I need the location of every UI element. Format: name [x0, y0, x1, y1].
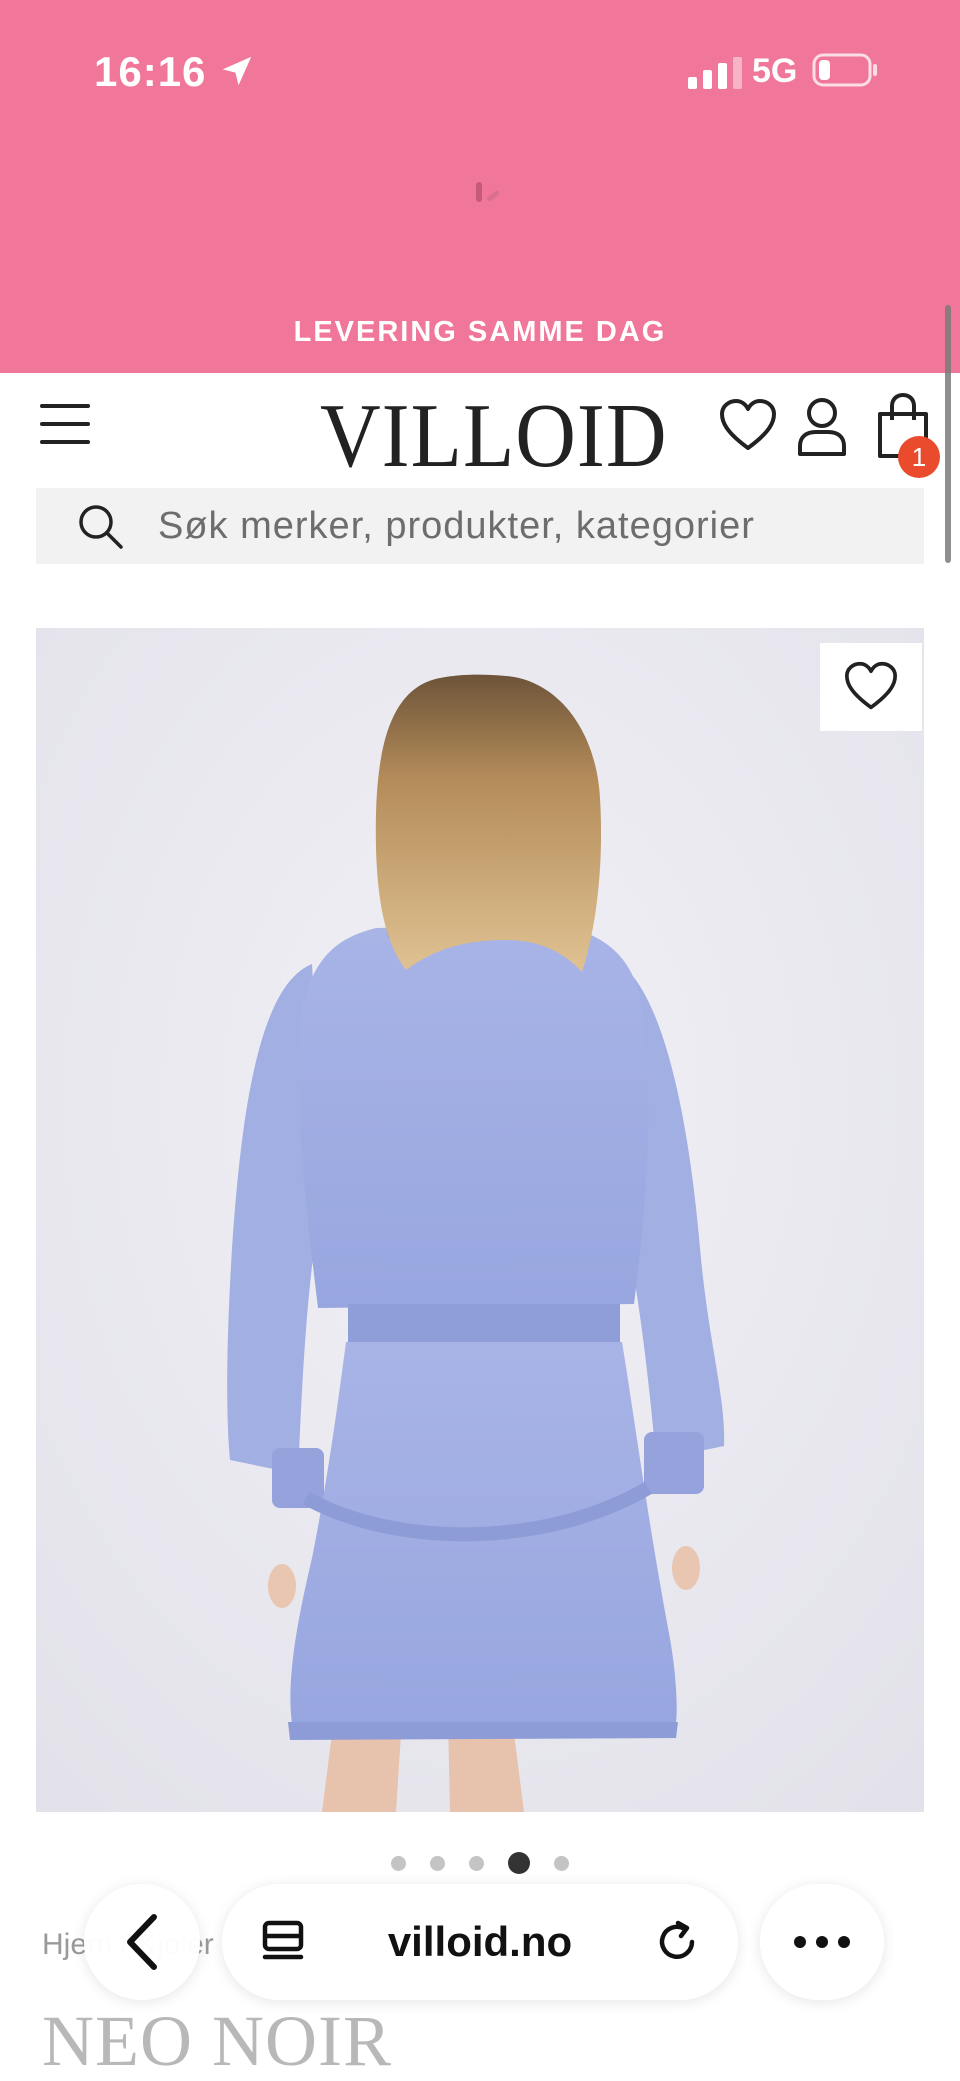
tab-list-icon[interactable]	[260, 1919, 306, 1965]
add-to-wishlist-button[interactable]	[820, 643, 922, 731]
more-icon	[794, 1936, 850, 1948]
product-brand-title[interactable]: NEO NOIR	[42, 2000, 392, 2081]
battery-low-icon	[812, 53, 877, 87]
pagination-dot[interactable]	[554, 1855, 569, 1871]
menu-icon[interactable]	[40, 404, 90, 448]
image-pagination[interactable]	[0, 1852, 960, 1874]
pagination-dot[interactable]	[430, 1855, 445, 1871]
pagination-dot[interactable]	[508, 1852, 530, 1874]
url-text[interactable]: villoid.no	[388, 1918, 572, 1966]
more-button[interactable]	[760, 1884, 884, 2000]
status-time: 16:16	[94, 48, 207, 95]
cellular-signal-icon	[688, 57, 742, 89]
loading-spinner-icon	[476, 182, 500, 202]
back-button[interactable]	[84, 1884, 200, 2000]
heart-icon	[844, 661, 897, 710]
search-icon	[79, 505, 123, 549]
search-input[interactable]	[158, 504, 918, 548]
product-photo	[36, 628, 924, 1812]
product-image[interactable]	[36, 628, 924, 1812]
network-type: 5G	[752, 52, 798, 90]
user-icon[interactable]	[796, 396, 848, 458]
heart-icon[interactable]	[718, 398, 778, 454]
address-bar[interactable]: villoid.no	[222, 1884, 738, 2000]
page-scrollbar[interactable]	[945, 305, 951, 563]
pagination-dot[interactable]	[391, 1855, 406, 1871]
site-logo[interactable]: VILLOID	[320, 384, 667, 489]
search-bar[interactable]	[36, 488, 924, 564]
cart-count-badge[interactable]: 1	[898, 436, 940, 478]
promo-text: LEVERING SAMME DAG	[293, 316, 667, 348]
reload-icon[interactable]	[654, 1919, 700, 1965]
location-arrow-icon	[222, 56, 252, 86]
chevron-left-icon	[127, 1914, 157, 1970]
pagination-dot[interactable]	[469, 1855, 484, 1871]
